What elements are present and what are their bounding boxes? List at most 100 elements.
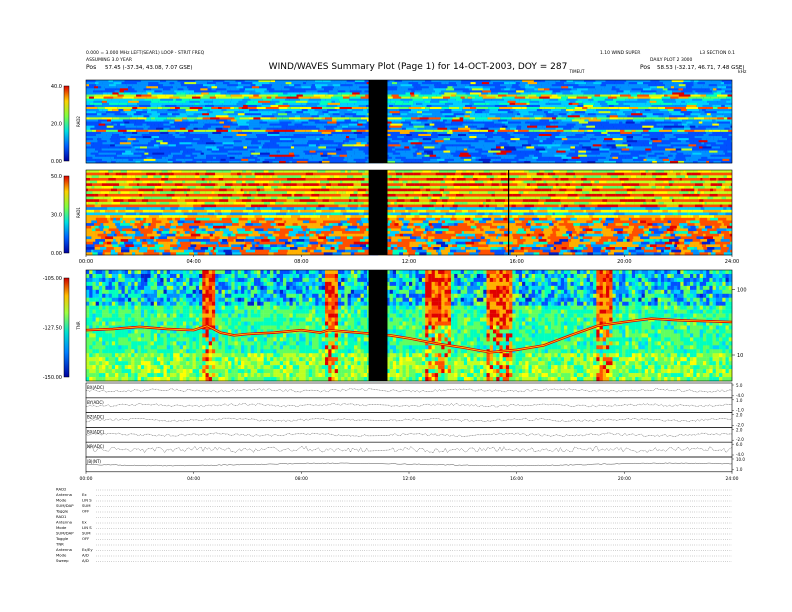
- rad1-cell: [639, 177, 649, 181]
- rad1-cell: [490, 177, 494, 181]
- rad2-cell: [193, 129, 206, 133]
- rad2-cell: [340, 84, 353, 87]
- rad2-cell: [534, 111, 545, 114]
- rad2-cell: [662, 92, 673, 95]
- rad2-cell: [225, 92, 230, 95]
- rad2-cell: [137, 106, 147, 110]
- rad2-cell: [656, 100, 664, 104]
- rad1-cell: [716, 177, 719, 181]
- rad1-cell: [635, 188, 639, 192]
- rad1-cell: [161, 175, 165, 179]
- rad1-cell: [532, 193, 536, 197]
- rad2-cell: [317, 140, 324, 143]
- rad1-cell: [395, 177, 399, 181]
- rad2-cell: [416, 86, 422, 89]
- rad1-cell: [304, 185, 314, 189]
- rad2-cell: [566, 136, 578, 139]
- rad2-cell: [680, 140, 686, 143]
- rad1-cell: [250, 175, 256, 179]
- rad1-cell: [298, 204, 302, 208]
- rad2-cell: [342, 144, 354, 147]
- rad1-cell: [244, 172, 252, 176]
- rad1-cell: [568, 177, 576, 181]
- rad2-cell: [433, 88, 446, 91]
- rad2-cell: [341, 125, 349, 129]
- rad2-cell: [196, 117, 203, 120]
- rad1-cell: [428, 193, 433, 197]
- rad2-cell: [563, 129, 572, 133]
- rad2-cell: [243, 115, 252, 118]
- rad2-cell: [486, 115, 491, 118]
- rad2-cell: [101, 121, 112, 124]
- rad1-cell: [211, 207, 219, 211]
- rad2-cell: [630, 86, 641, 89]
- rad2-cell: [707, 142, 716, 145]
- rad2-cell: [552, 117, 556, 120]
- rad1-cell: [461, 172, 470, 176]
- rad2-cell: [503, 98, 511, 102]
- rad2-cell: [476, 136, 488, 139]
- rad1-cell: [111, 204, 114, 208]
- rad1-cell: [316, 172, 327, 176]
- rad2-cell: [628, 92, 633, 95]
- rad1-cell: [499, 191, 509, 195]
- rad2-cell: [112, 133, 120, 137]
- rad2-cell: [89, 96, 94, 99]
- rad2-cell: [577, 98, 589, 102]
- rad2-cell: [106, 113, 115, 116]
- rad1-cell: [190, 188, 199, 192]
- rad2-cell: [355, 138, 365, 141]
- rad2-cell: [692, 121, 699, 124]
- rad2-cell: [671, 127, 684, 131]
- rad2-cell: [230, 125, 240, 129]
- rad2-cell: [501, 144, 510, 147]
- rad2-cell: [530, 123, 538, 126]
- rad2-cell: [539, 129, 546, 133]
- rad2-cell: [349, 113, 357, 116]
- rad2-cell: [445, 125, 454, 129]
- rad2-cell: [579, 127, 588, 131]
- rad2-cell: [303, 150, 310, 153]
- rad2-cell: [287, 113, 296, 116]
- rad1-cell: [88, 201, 96, 205]
- rad1-cell: [141, 185, 148, 189]
- rad2-cell: [689, 125, 696, 129]
- rad2-cell: [413, 86, 417, 89]
- rad1-cell: [223, 209, 232, 213]
- rad2-cell: [612, 156, 619, 160]
- rad2-cell: [448, 82, 456, 85]
- rad2-cell: [385, 106, 399, 110]
- rad2-cell: [722, 158, 730, 162]
- rad1-cell: [277, 175, 287, 179]
- rad1-cell: [360, 185, 370, 189]
- rad1-cell: [483, 204, 486, 208]
- rad1-cell: [289, 209, 298, 213]
- rad1-cell: [430, 180, 434, 184]
- rad1-cell: [166, 199, 174, 203]
- rad2-cell: [182, 102, 195, 106]
- rad1-cell: [596, 185, 603, 189]
- rad2-cell: [336, 125, 342, 129]
- rad2-cell: [427, 131, 433, 135]
- rad1-cell: [296, 183, 304, 187]
- rad2-cell: [616, 90, 624, 93]
- rad1-cell: [482, 201, 486, 205]
- rad2-cell: [388, 144, 401, 147]
- rad2-cell: [299, 98, 309, 102]
- rad2-cell: [207, 136, 213, 139]
- rad2-cell: [177, 80, 189, 83]
- rad1-cell: [600, 201, 607, 205]
- rad1-cell: [553, 185, 557, 189]
- rad1-cell: [309, 183, 319, 187]
- rad2-cell: [254, 88, 267, 91]
- rad2-cell: [484, 125, 494, 129]
- rad2-cell: [618, 102, 624, 106]
- rad2-cell: [144, 150, 158, 153]
- rad2-cell: [422, 138, 432, 141]
- rad2-cell: [302, 104, 307, 108]
- rad2-cell: [664, 125, 677, 129]
- rad2-cell: [410, 121, 422, 124]
- rad2-cell: [648, 121, 662, 124]
- rad1-cell: [700, 177, 703, 181]
- rad2-cell: [423, 146, 435, 149]
